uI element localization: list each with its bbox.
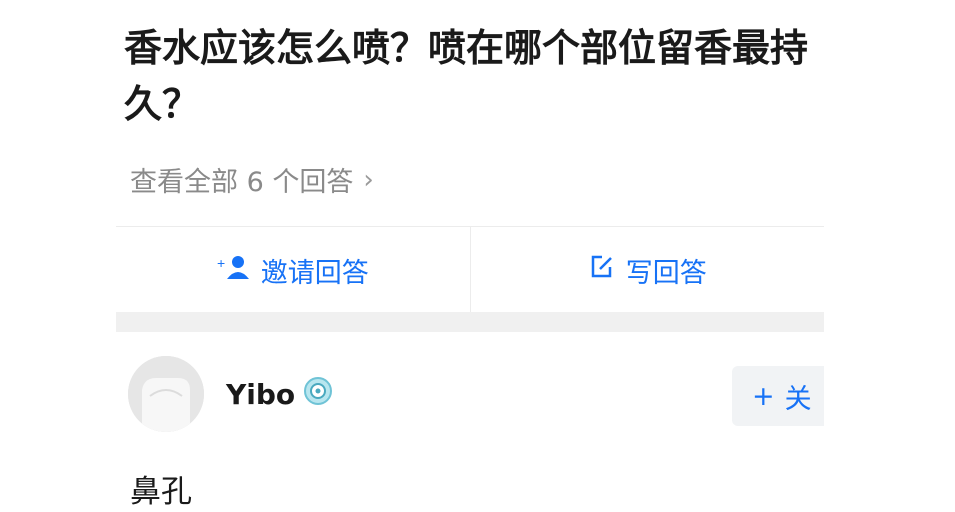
avatar[interactable] [128, 356, 204, 432]
invite-answer-button[interactable]: + 邀请回答 [116, 227, 470, 313]
write-answer-button[interactable]: 写回答 [469, 227, 825, 313]
follow-button[interactable]: + 关 [732, 366, 824, 426]
section-divider [116, 312, 824, 332]
write-answer-label: 写回答 [625, 257, 707, 289]
action-bar: + 邀请回答 写回答 [116, 226, 824, 313]
view-all-answers-link[interactable]: 查看全部 6 个回答 › [130, 160, 374, 199]
view-all-label: 查看全部 6 个回答 [130, 167, 354, 198]
answer-author[interactable]: Yibo [226, 376, 333, 413]
invite-answer-label: 邀请回答 [260, 257, 369, 289]
svg-text:+: + [217, 255, 225, 271]
author-name: Yibo [226, 378, 296, 411]
question-title: 香水应该怎么喷？喷在哪个部位留香最持久？ [124, 26, 809, 126]
chevron-right-icon: › [363, 164, 374, 195]
follow-label: 关 [784, 383, 812, 415]
answer-text: 鼻孔 [130, 474, 192, 510]
question-screen: 香水应该怎么喷？喷在哪个部位留香最持久？ 查看全部 6 个回答 › + 邀请回答 [116, 0, 824, 512]
edit-icon [588, 253, 616, 288]
verified-badge-icon [303, 376, 333, 413]
add-person-icon: + [217, 254, 251, 287]
plus-icon: + [752, 380, 775, 412]
